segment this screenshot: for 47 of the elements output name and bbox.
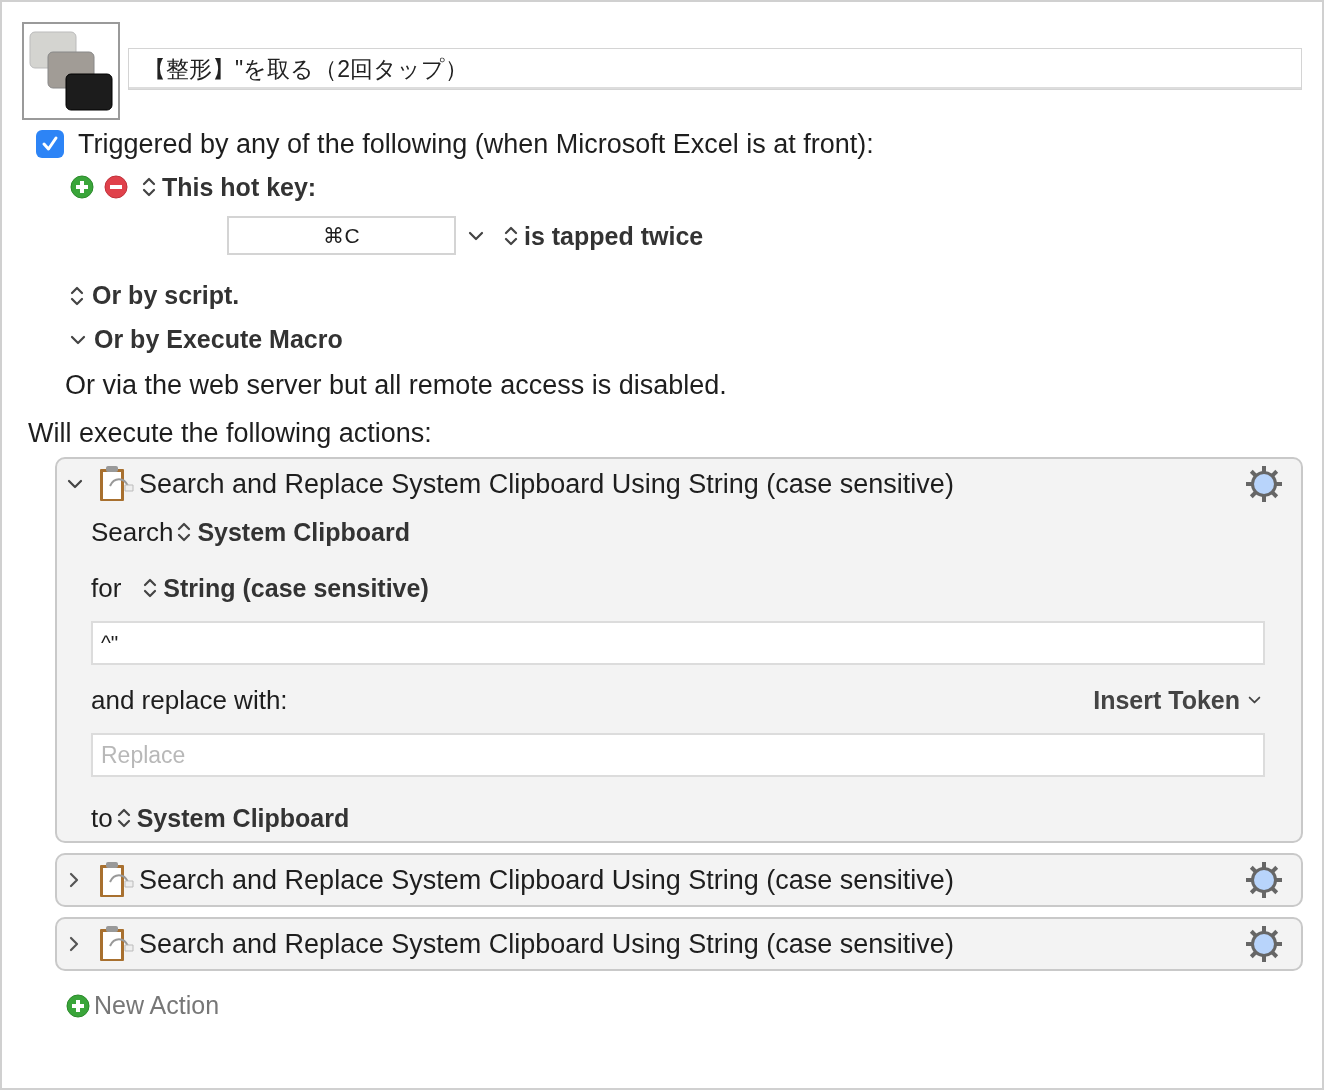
settings-icon[interactable] bbox=[1245, 465, 1283, 503]
insert-token-menu[interactable]: Insert Token bbox=[1093, 685, 1261, 715]
destination-popup[interactable]: System Clipboard bbox=[116, 803, 350, 833]
checkbox[interactable] bbox=[36, 130, 64, 158]
for-label: for bbox=[91, 573, 122, 603]
up-down-chevron-icon bbox=[143, 577, 158, 599]
new-action-button[interactable]: New Action bbox=[66, 987, 220, 1025]
up-down-chevron-icon bbox=[142, 176, 156, 198]
search-source-popup[interactable]: System Clipboard bbox=[177, 517, 410, 547]
macro-name-field[interactable]: 【整形】"を取る（2回タップ） bbox=[128, 48, 1302, 90]
trigger-label: Triggered by any of the following (when Microsoft Excel is at front): bbox=[78, 128, 874, 160]
actions-heading: Will execute the following actions: bbox=[27, 417, 433, 449]
replace-field[interactable]: Replace bbox=[91, 733, 1265, 777]
chevron-down-icon bbox=[468, 230, 484, 241]
up-down-chevron-icon bbox=[70, 285, 84, 307]
settings-icon[interactable] bbox=[1245, 925, 1283, 963]
chevron-down-icon[interactable] bbox=[67, 479, 83, 489]
up-down-chevron-icon bbox=[177, 521, 192, 543]
search-field[interactable]: ^" bbox=[91, 621, 1265, 665]
clipboard-icon bbox=[97, 464, 137, 504]
clipboard-icon bbox=[97, 924, 137, 964]
execute-macro-disclosure[interactable]: Or by Execute Macro bbox=[70, 325, 343, 355]
chevron-down-icon bbox=[70, 335, 86, 345]
script-trigger-popup[interactable]: Or by script. bbox=[70, 281, 240, 311]
remove-trigger-button[interactable] bbox=[104, 175, 128, 199]
chevron-right-icon[interactable] bbox=[69, 936, 79, 952]
action-title: Search and Replace System Clipboard Using String (case sensitive) bbox=[139, 468, 955, 500]
plus-icon bbox=[66, 993, 90, 1018]
to-label: to bbox=[91, 803, 113, 833]
add-trigger-button[interactable] bbox=[70, 175, 94, 199]
hot-key-field[interactable]: ⌘C bbox=[227, 216, 456, 255]
action-title: Search and Replace System Clipboard Using String (case sensitive) bbox=[139, 864, 955, 896]
keyboard-keys-icon bbox=[22, 22, 120, 120]
checkmark-icon bbox=[40, 134, 60, 154]
search-label: Search bbox=[91, 517, 174, 547]
clipboard-icon bbox=[97, 860, 137, 900]
replace-label: and replace with: bbox=[91, 685, 288, 715]
match-type-popup[interactable]: String (case sensitive) bbox=[143, 573, 429, 603]
up-down-chevron-icon bbox=[116, 807, 131, 829]
up-down-chevron-icon bbox=[504, 224, 518, 247]
web-server-note: Or via the web server but all remote access is disabled. bbox=[64, 369, 728, 401]
trigger-type-popup[interactable]: This hot key: bbox=[142, 172, 317, 202]
tap-mode-popup[interactable]: is tapped twice bbox=[504, 220, 704, 251]
chevron-down-icon bbox=[1248, 695, 1261, 705]
settings-icon[interactable] bbox=[1245, 861, 1283, 899]
action-title: Search and Replace System Clipboard Using String (case sensitive) bbox=[139, 928, 955, 960]
chevron-right-icon[interactable] bbox=[69, 872, 79, 888]
